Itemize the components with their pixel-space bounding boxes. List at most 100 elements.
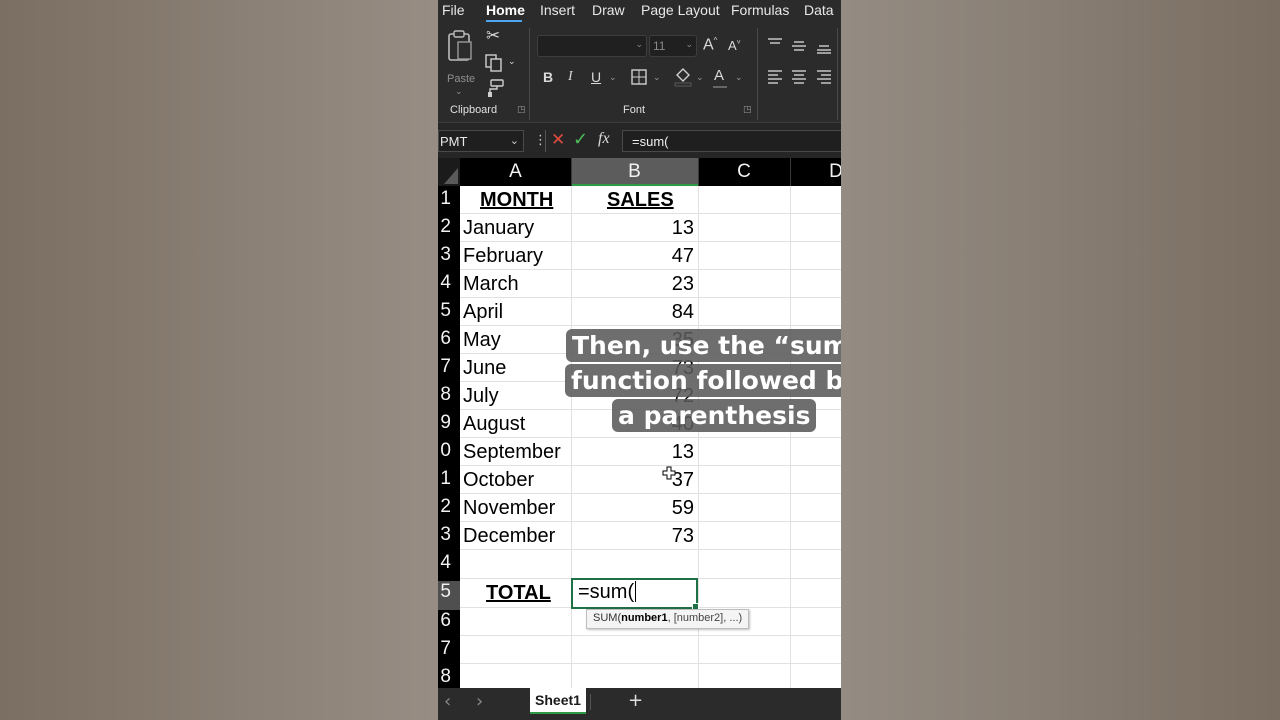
- month-cell: May: [463, 329, 501, 351]
- font-size-value: 11: [653, 39, 666, 53]
- gridline: [460, 241, 841, 242]
- align-top-icon[interactable]: [767, 38, 783, 50]
- cut-icon[interactable]: ✂: [486, 28, 500, 45]
- chevron-down-icon[interactable]: ⌄: [510, 134, 519, 147]
- row-header[interactable]: 7: [438, 356, 460, 378]
- font-family-combo[interactable]: ⌄: [537, 35, 647, 57]
- gridline: [460, 549, 841, 550]
- tab-formulas[interactable]: Formulas: [731, 2, 789, 18]
- align-left-icon[interactable]: [767, 70, 783, 84]
- font-launcher-icon[interactable]: ◳: [743, 106, 752, 115]
- font-color-icon[interactable]: A: [714, 68, 724, 83]
- insert-function-icon[interactable]: fx: [598, 131, 610, 147]
- sales-cell: 73: [671, 525, 694, 547]
- divider: [790, 158, 791, 186]
- italic-button[interactable]: I: [568, 70, 573, 84]
- group-divider: [529, 28, 530, 120]
- row-header[interactable]: 2: [438, 216, 460, 238]
- gridline: [460, 663, 841, 664]
- worksheet-grid[interactable]: MONTH SALES January 13 February 47 March…: [460, 186, 841, 688]
- paste-button[interactable]: Paste ⌄: [446, 30, 475, 97]
- cancel-icon[interactable]: ✕: [551, 132, 565, 149]
- fill-color-dropdown-icon[interactable]: ⌄: [696, 74, 704, 83]
- increase-font-icon[interactable]: A^: [703, 37, 717, 53]
- gridline: [460, 465, 841, 466]
- row-header[interactable]: 7: [438, 638, 460, 660]
- column-header-b[interactable]: B: [571, 158, 698, 186]
- font-color-dropdown-icon[interactable]: ⌄: [735, 74, 743, 83]
- row-header[interactable]: 6: [438, 610, 460, 632]
- row-header[interactable]: 6: [438, 328, 460, 350]
- month-column-header: MONTH: [480, 189, 554, 211]
- row-header-bar: 1 2 3 4 5 6 7 8 9 0 1 2 3 4 5 6 7 8: [438, 186, 460, 688]
- group-divider: [837, 28, 838, 120]
- align-middle-icon[interactable]: [791, 40, 807, 52]
- row-header[interactable]: 3: [438, 244, 460, 266]
- copy-icon[interactable]: [485, 54, 503, 72]
- tab-home[interactable]: Home: [486, 2, 525, 18]
- tab-draw[interactable]: Draw: [592, 2, 625, 18]
- cursor-crosshair-icon: [662, 466, 676, 480]
- sales-cell: 23: [671, 273, 694, 295]
- month-cell: April: [463, 301, 504, 323]
- row-header[interactable]: 1: [438, 468, 460, 490]
- formula-input[interactable]: =sum(: [622, 130, 841, 152]
- scroll-right-icon[interactable]: ›: [476, 693, 483, 711]
- gridline: [460, 521, 841, 522]
- tooltip-args: , [number2], ...): [667, 612, 743, 624]
- select-all-corner[interactable]: [438, 158, 460, 186]
- column-header-c[interactable]: C: [698, 158, 790, 186]
- borders-dropdown-icon[interactable]: ⌄: [653, 74, 661, 83]
- row-header[interactable]: 1: [438, 188, 460, 210]
- sheet-tab-sheet1[interactable]: Sheet1: [530, 688, 586, 714]
- copy-dropdown-icon[interactable]: ⌄: [508, 58, 516, 67]
- row-header[interactable]: 5: [438, 300, 460, 322]
- paste-dropdown-icon: ⌄: [455, 87, 463, 97]
- tab-insert[interactable]: Insert: [540, 2, 575, 18]
- row-header[interactable]: 8: [438, 384, 460, 406]
- align-center-icon[interactable]: [791, 70, 807, 84]
- row-header[interactable]: 8: [438, 666, 460, 688]
- month-cell: December: [463, 525, 556, 547]
- gridline: [460, 493, 841, 494]
- formula-text: =sum(: [632, 134, 669, 149]
- tab-data[interactable]: Data: [804, 2, 834, 18]
- total-label: TOTAL: [486, 582, 551, 604]
- borders-icon[interactable]: [631, 69, 647, 85]
- row-header[interactable]: 4: [438, 272, 460, 294]
- active-cell-b15[interactable]: =sum(: [571, 578, 699, 610]
- tooltip-current-arg: number1: [621, 612, 668, 624]
- month-cell: March: [463, 273, 519, 295]
- clipboard-launcher-icon[interactable]: ◳: [517, 106, 526, 115]
- month-cell: January: [463, 217, 535, 239]
- tab-page-layout[interactable]: Page Layout: [641, 2, 720, 18]
- sales-cell: 84: [671, 301, 694, 323]
- row-header-selected[interactable]: 5: [438, 581, 460, 610]
- name-box[interactable]: PMT ⌄: [438, 130, 524, 152]
- function-tooltip[interactable]: SUM(number1, [number2], ...): [586, 609, 750, 629]
- fill-color-icon[interactable]: [674, 67, 692, 87]
- underline-button[interactable]: U: [591, 70, 601, 84]
- align-bottom-icon[interactable]: [816, 42, 832, 54]
- row-header[interactable]: 3: [438, 524, 460, 546]
- formula-bar: PMT ⌄ ⋮ ✕ ✓ fx =sum(: [438, 122, 841, 159]
- row-header[interactable]: 9: [438, 412, 460, 434]
- name-box-value: PMT: [440, 134, 468, 149]
- tab-file[interactable]: File: [442, 2, 465, 18]
- row-header[interactable]: 0: [438, 440, 460, 462]
- format-painter-icon[interactable]: [486, 79, 504, 97]
- row-header[interactable]: 4: [438, 552, 460, 574]
- row-header[interactable]: 2: [438, 496, 460, 518]
- group-divider: [757, 28, 758, 120]
- align-right-icon[interactable]: [816, 70, 832, 84]
- scroll-left-icon[interactable]: ‹: [444, 693, 451, 711]
- enter-icon[interactable]: ✓: [573, 131, 588, 149]
- decrease-font-icon[interactable]: A˅: [728, 39, 741, 52]
- column-header-a[interactable]: A: [460, 158, 571, 186]
- column-header-d[interactable]: D: [790, 158, 841, 186]
- font-size-combo[interactable]: 11 ⌄: [649, 35, 697, 57]
- add-sheet-icon[interactable]: +: [628, 692, 643, 710]
- caption-line: Then, use the “sum”: [566, 329, 841, 362]
- bold-button[interactable]: B: [543, 70, 553, 84]
- underline-dropdown-icon[interactable]: ⌄: [609, 74, 617, 83]
